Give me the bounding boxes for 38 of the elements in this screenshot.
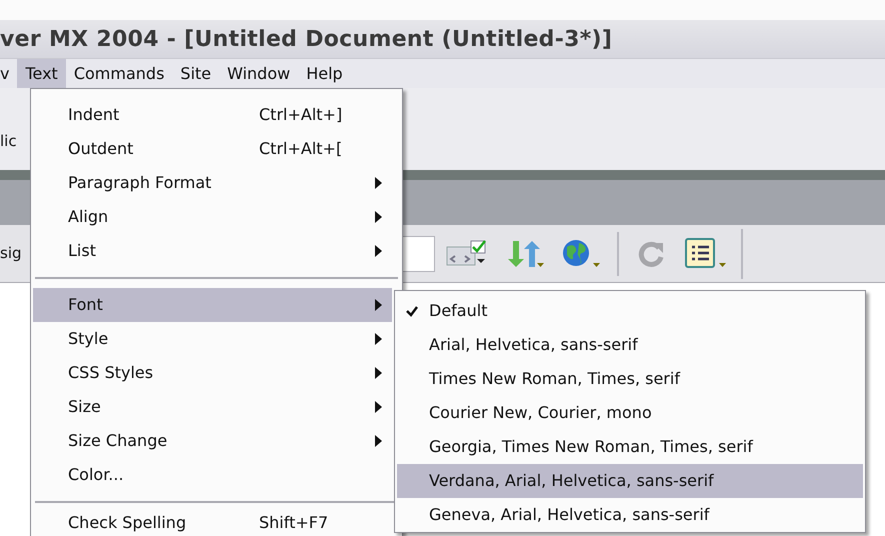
menu-item[interactable]: Times New Roman, Times, serif	[397, 362, 863, 396]
menu-bar-item[interactable]: Commands	[66, 59, 172, 88]
menu-item[interactable]: Align	[33, 200, 392, 234]
menu-item[interactable]: Size Change	[33, 424, 392, 458]
menu-bar-item[interactable]: v	[0, 59, 18, 88]
menu-item[interactable]: Geneva, Arial, Helvetica, sans-serif	[397, 498, 863, 532]
menu-item[interactable]: CSS Styles	[33, 356, 392, 390]
submenu-arrow-icon	[375, 401, 382, 413]
menu-item[interactable]: List	[33, 234, 392, 268]
list-view-icon[interactable]	[684, 238, 729, 270]
menu-item[interactable]: Indent Ctrl+Alt+]	[33, 98, 392, 132]
menu-bar-item[interactable]: Help	[298, 59, 351, 88]
menu-item[interactable]: Check Spelling Shift+F7	[33, 512, 392, 534]
menu-bar-item[interactable]: Site	[172, 59, 220, 88]
toolbar-label: lic	[0, 130, 17, 152]
menu-item[interactable]: Georgia, Times New Roman, Times, serif	[397, 430, 863, 464]
menu-item[interactable]: Arial, Helvetica, sans-serif	[397, 328, 863, 362]
submenu-arrow-icon	[375, 245, 382, 257]
menu-item[interactable]: Color...	[33, 458, 392, 492]
submenu-arrow-icon	[375, 333, 382, 345]
menu-item[interactable]: Style	[33, 322, 392, 356]
menu-bar-item[interactable]: Window	[219, 59, 298, 88]
menu-item[interactable]: Default	[397, 294, 863, 328]
submenu-arrow-icon	[375, 435, 382, 447]
menu-bar-item[interactable]: Text	[17, 59, 66, 88]
menu-item[interactable]: Paragraph Format	[33, 166, 392, 200]
toolbar-label: sig	[0, 243, 22, 264]
menu-item[interactable]: Size	[33, 390, 392, 424]
submenu-arrow-icon	[375, 367, 382, 379]
window-title: ver MX 2004 - [Untitled Document (Untitled-3*)]	[0, 26, 612, 54]
menu-item[interactable]: Courier New, Courier, mono	[397, 396, 863, 430]
menu-item[interactable]: Outdent Ctrl+Alt+[	[33, 132, 392, 166]
submenu-arrow-icon	[375, 177, 382, 189]
submenu-arrow-icon	[375, 299, 382, 311]
submenu-arrow-icon	[375, 211, 382, 223]
menu-item[interactable]: Font	[33, 288, 392, 322]
menu-item[interactable]: Verdana, Arial, Helvetica, sans-serif	[397, 464, 863, 498]
globe-icon[interactable]	[560, 238, 603, 268]
